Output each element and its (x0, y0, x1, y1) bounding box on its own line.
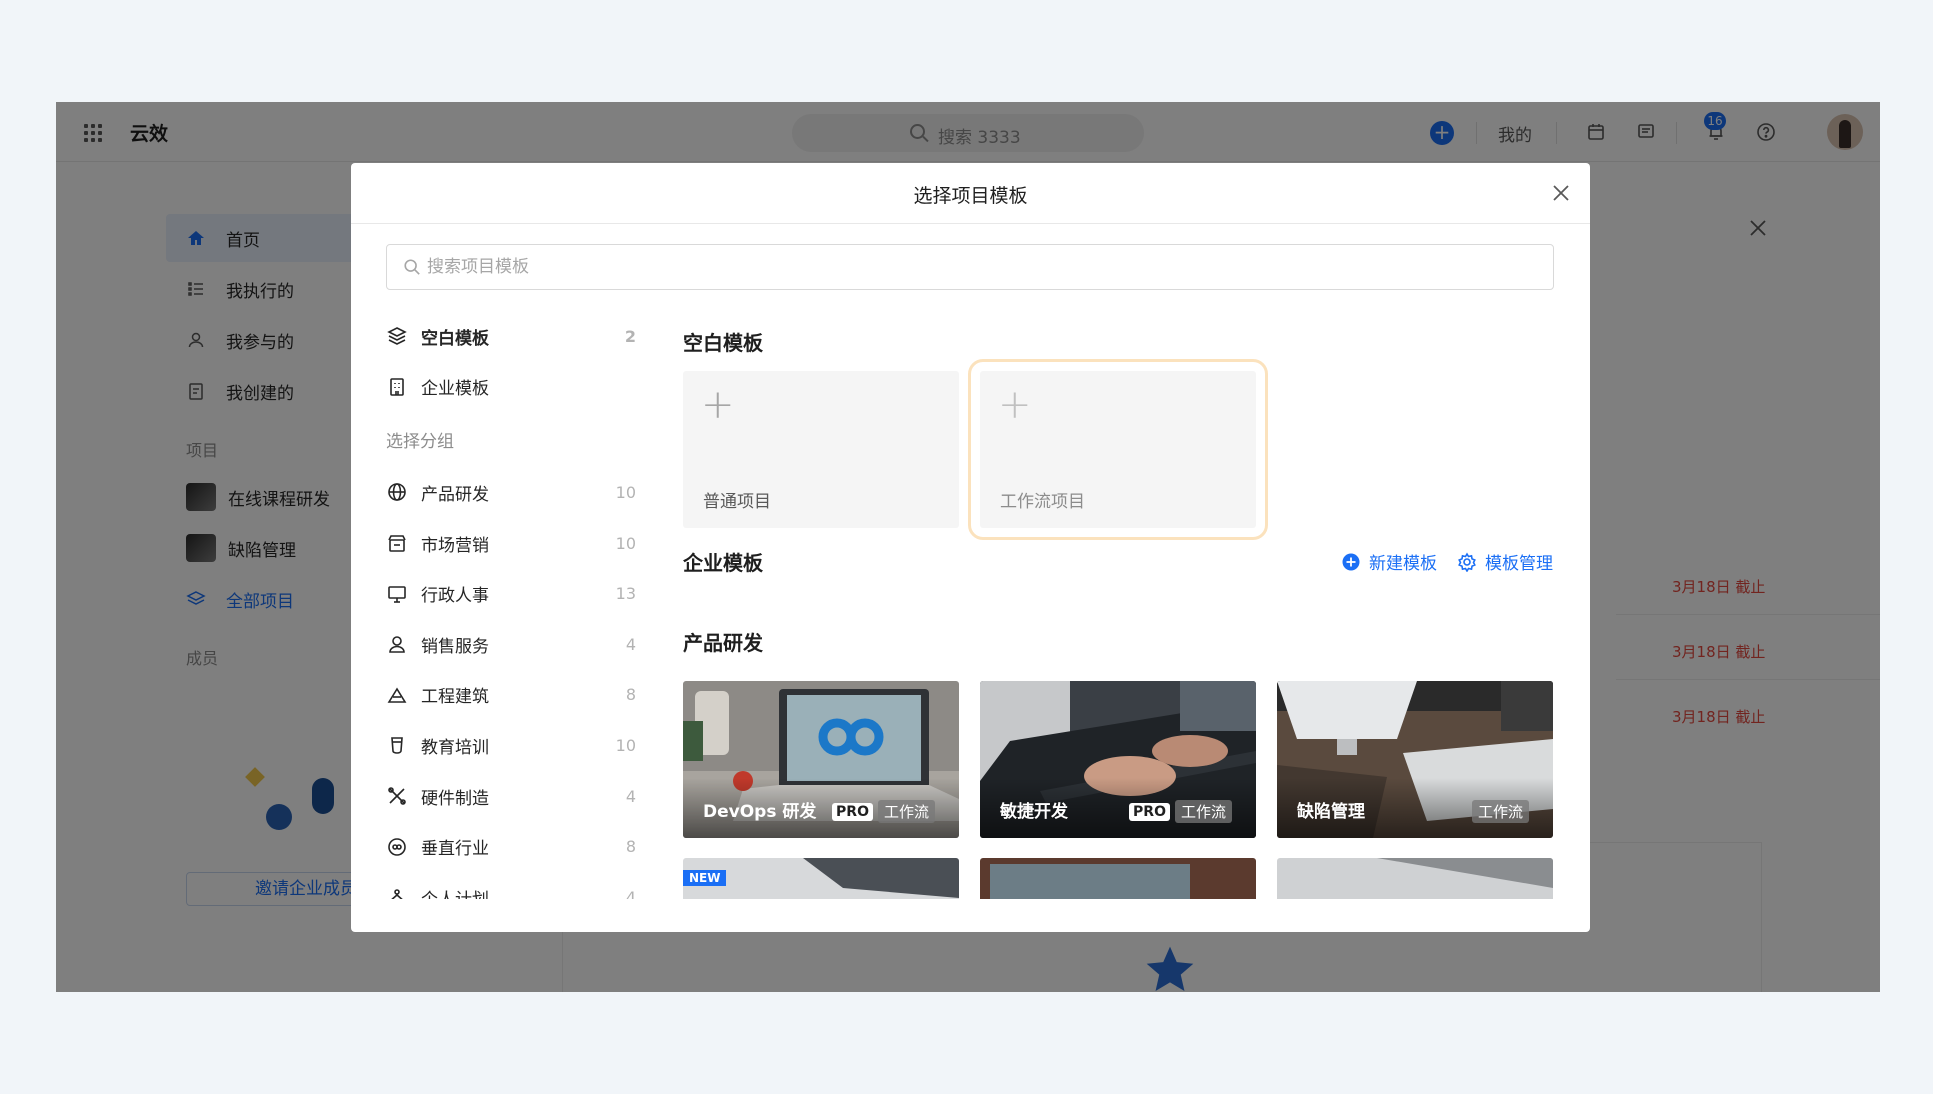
construction-icon (387, 687, 407, 703)
group-education[interactable]: 教育培训 10 (386, 720, 636, 771)
group-count: 8 (625, 837, 636, 857)
template-card-devops[interactable]: DevOps 研发 PRO 工作流 (683, 681, 959, 838)
group-product-rd[interactable]: 产品研发 10 (386, 467, 636, 518)
group-count: 8 (625, 685, 636, 705)
shop-icon (388, 535, 406, 552)
category-label: 空白模板 (421, 328, 489, 349)
blank-template-label: 普通项目 (703, 492, 771, 512)
group-label: 个人计划 (421, 885, 489, 899)
group-heading: 选择分组 (386, 432, 454, 453)
blank-section-title: 空白模板 (683, 331, 763, 355)
template-card-row2-3[interactable] (1277, 858, 1553, 899)
monitor-icon (388, 585, 406, 603)
product-section-title: 产品研发 (683, 631, 763, 655)
plan-icon (391, 889, 403, 899)
template-card-label: 敏捷开发 (1000, 802, 1068, 822)
group-vertical[interactable]: 垂直行业 8 (386, 821, 636, 872)
group-sales-service[interactable]: 销售服务 4 (386, 619, 636, 670)
globe-icon (388, 483, 406, 502)
group-label: 销售服务 (421, 636, 489, 657)
group-label: 教育培训 (421, 737, 489, 758)
group-label: 行政人事 (421, 586, 489, 607)
group-count: 4 (625, 786, 636, 806)
group-marketing[interactable]: 市场营销 10 (386, 518, 636, 569)
new-template-button[interactable]: 新建模板 (1341, 549, 1437, 574)
template-card-agile[interactable]: 敏捷开发 PRO 工作流 (980, 681, 1256, 838)
gear-icon (1458, 551, 1476, 572)
modal-title: 选择项目模板 (913, 185, 1028, 207)
group-personal[interactable]: 个人计划 4 (386, 872, 636, 899)
close-icon[interactable] (1550, 182, 1572, 204)
template-search-input[interactable] (427, 245, 1537, 289)
group-count: 10 (615, 533, 636, 553)
plus-circle-icon (1342, 553, 1360, 570)
template-thumbnail (980, 858, 1256, 899)
template-card-tags: PRO 工作流 (832, 800, 935, 823)
group-count: 10 (615, 735, 636, 755)
group-count: 10 (615, 482, 636, 502)
group-admin-hr[interactable]: 行政人事 13 (386, 568, 636, 619)
category-label: 企业模板 (421, 379, 489, 400)
customer-service-icon (389, 636, 405, 654)
tools-icon (388, 787, 406, 805)
blank-template-workflow[interactable]: + 工作流项目 (968, 359, 1268, 540)
group-label: 硬件制造 (421, 788, 489, 809)
pro-badge: PRO (832, 802, 873, 821)
template-content: 空白模板 + 普通项目 + 工作流项目 企业模板 新建模板 模板管理 产品研发 (683, 311, 1563, 899)
category-blank[interactable]: 空白模板 2 (386, 311, 636, 362)
group-count: 4 (625, 634, 636, 654)
template-card-label: DevOps 研发 (703, 802, 817, 822)
template-card-tags: PRO 工作流 (1129, 800, 1232, 823)
layers-icon (387, 327, 407, 346)
workflow-badge: 工作流 (1471, 800, 1529, 823)
pro-badge: PRO (1129, 802, 1170, 821)
template-card-defect[interactable]: 缺陷管理 工作流 (1277, 681, 1553, 838)
blank-template-label: 工作流项目 (1000, 492, 1085, 512)
plus-icon: + (998, 382, 1032, 428)
manage-template-label: 模板管理 (1485, 554, 1553, 574)
blank-template-normal[interactable]: + 普通项目 (683, 371, 959, 528)
group-label: 工程建筑 (421, 687, 489, 708)
modal-header: 选择项目模板 (351, 163, 1590, 224)
template-card-row2-1[interactable]: NEW (683, 858, 959, 899)
new-badge: NEW (683, 870, 727, 886)
category-count: 2 (624, 326, 636, 346)
group-construction[interactable]: 工程建筑 8 (386, 670, 636, 721)
manage-template-button[interactable]: 模板管理 (1457, 549, 1553, 574)
enterprise-actions: 新建模板 模板管理 (1341, 549, 1553, 574)
search-icon (404, 259, 420, 275)
category-enterprise[interactable]: 企业模板 (386, 362, 636, 413)
template-category-list: 空白模板 2 企业模板 选择分组 产品研发 10 市场营销 10 行政人事 13… (386, 311, 636, 899)
infinity-icon (388, 837, 406, 856)
plus-icon: + (701, 382, 735, 428)
template-card-label: 缺陷管理 (1297, 802, 1365, 822)
template-thumbnail (1277, 858, 1553, 899)
template-card-tags: 工作流 (1471, 800, 1529, 823)
workflow-badge: 工作流 (877, 800, 935, 823)
group-label: 产品研发 (421, 484, 489, 505)
building-icon (390, 378, 404, 396)
cup-icon (391, 737, 403, 755)
group-hardware[interactable]: 硬件制造 4 (386, 771, 636, 822)
group-count: 13 (615, 584, 636, 604)
group-label: 垂直行业 (421, 839, 489, 860)
new-template-label: 新建模板 (1369, 554, 1437, 574)
template-card-row2-2[interactable] (980, 858, 1256, 899)
group-label: 市场营销 (421, 535, 489, 556)
template-picker-modal: 选择项目模板 空白模板 2 企业模板 选择分组 产品研发 10 市场营销 10 (351, 163, 1590, 932)
enterprise-section-title: 企业模板 (683, 551, 763, 575)
template-search (386, 244, 1554, 290)
group-count: 4 (625, 887, 636, 899)
workflow-badge: 工作流 (1174, 800, 1232, 823)
